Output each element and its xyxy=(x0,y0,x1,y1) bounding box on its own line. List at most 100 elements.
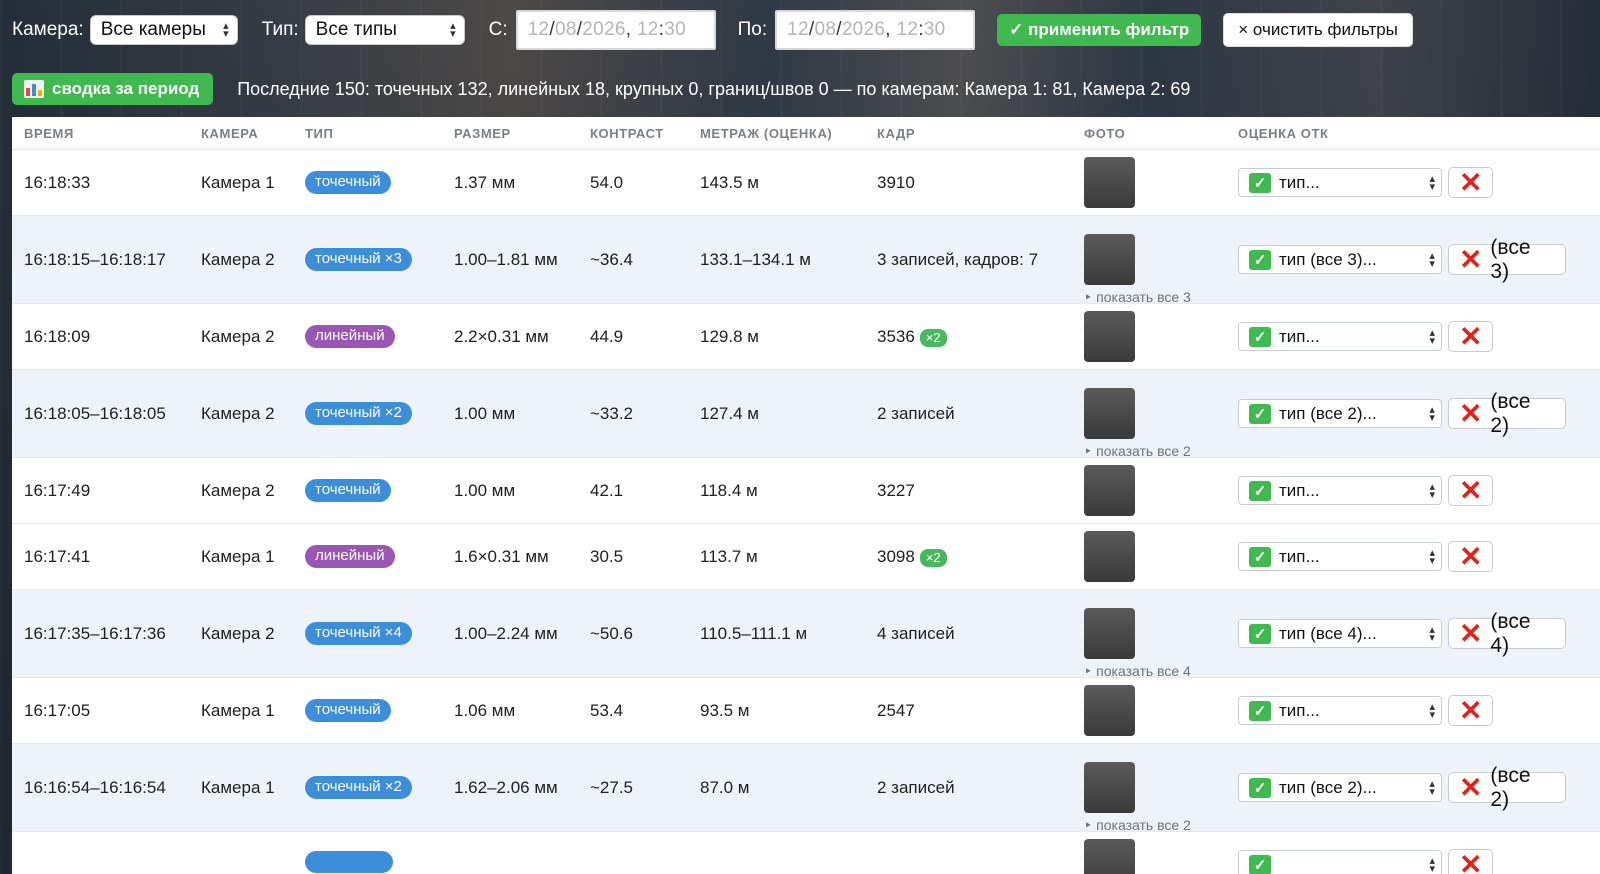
cell-contrast: 44.9 xyxy=(590,326,624,346)
reject-button[interactable]: ✕ xyxy=(1448,849,1494,874)
to-datetime-input[interactable]: 12/08/2026, 12:30 xyxy=(775,10,976,50)
from-year: 2026 xyxy=(582,19,626,40)
cross-icon: ✕ xyxy=(1458,243,1483,275)
show-all-link[interactable]: ‣ показать все 2 xyxy=(1084,817,1226,834)
camera-select[interactable]: Все камеры ▴ ▾ xyxy=(89,15,238,45)
cross-icon: ✕ xyxy=(1458,771,1483,803)
header-camera: КАМЕРА xyxy=(201,125,259,141)
select-chevron-icon: ▴ ▾ xyxy=(1429,326,1435,347)
cell-photo xyxy=(1072,839,1226,874)
defect-photo-thumbnail[interactable] xyxy=(1084,531,1135,582)
cell-photo xyxy=(1072,531,1226,582)
reject-button[interactable]: ✕ xyxy=(1448,694,1494,726)
cell-length: 118.4 м xyxy=(700,480,758,500)
type-badge: точечный ×2 xyxy=(305,776,412,799)
select-chevron-icon: ▴ ▾ xyxy=(1429,480,1435,501)
apply-filter-button[interactable]: ✓ применить фильтр xyxy=(997,14,1202,46)
check-icon: ✓ xyxy=(1249,700,1271,721)
cell-type: точечный ×4 xyxy=(293,622,442,645)
otk-type-select[interactable]: ✓ тип... ▴ ▾ xyxy=(1238,168,1442,197)
show-all-link[interactable]: ‣ показать все 2 xyxy=(1084,443,1226,460)
cell-camera: Камера 1 xyxy=(201,700,275,720)
cell-time: 16:18:15–16:18:17 xyxy=(24,249,166,269)
otk-select-value: тип (все 3)... xyxy=(1279,249,1377,269)
select-chevron-icon: ▴ ▾ xyxy=(1429,623,1435,644)
period-summary-button[interactable]: сводка за период xyxy=(12,73,214,105)
reject-button[interactable]: ✕ (все 4) xyxy=(1447,610,1566,657)
otk-type-select[interactable]: ✓ тип (все 2)... ▴ ▾ xyxy=(1238,773,1442,802)
defect-photo-thumbnail[interactable] xyxy=(1084,465,1135,516)
reject-all-label: (все 2) xyxy=(1490,763,1531,811)
show-all-link[interactable]: ‣ показать все 4 xyxy=(1084,663,1226,680)
otk-type-select[interactable]: ✓ тип (все 3)... ▴ ▾ xyxy=(1238,245,1442,274)
cell-type: точечный ×2 xyxy=(293,776,442,799)
frame-value: 4 записей xyxy=(877,623,955,643)
defect-photo-thumbnail[interactable] xyxy=(1084,233,1135,285)
from-datetime-input[interactable]: 12/08/2026, 12:30 xyxy=(515,10,716,50)
otk-type-select[interactable]: ✓ тип... ▴ ▾ xyxy=(1238,696,1442,725)
reject-button[interactable]: ✕ (все 2) xyxy=(1447,764,1566,811)
cell-otk: ✓ тип... ▴ ▾ ✕ xyxy=(1226,475,1566,506)
table-row: 16:16:54–16:16:54 Камера 1 точечный ×2 1.62… xyxy=(12,742,1600,834)
reject-button[interactable]: ✕ (все 2) xyxy=(1447,390,1566,437)
header-type: ТИП xyxy=(305,125,334,141)
header-length: МЕТРАЖ (ОЦЕНКА) xyxy=(700,125,833,141)
cell-photo: ‣ показать все 2 xyxy=(1072,368,1226,460)
cell-type: линейный xyxy=(293,545,442,568)
cell-otk: ✓ тип... ▴ ▾ ✕ xyxy=(1226,167,1566,198)
reject-button[interactable]: ✕ xyxy=(1448,474,1494,506)
cell-contrast: 30.5 xyxy=(590,546,624,566)
cell-photo xyxy=(1072,685,1226,736)
show-all-link[interactable]: ‣ показать все 3 xyxy=(1084,289,1226,306)
defect-photo-thumbnail[interactable] xyxy=(1084,839,1135,874)
type-badge: точечный ×3 xyxy=(305,248,412,271)
cross-icon: ✕ xyxy=(1459,694,1483,726)
defect-photo-thumbnail[interactable] xyxy=(1084,387,1135,439)
cell-time: 16:18:05–16:18:05 xyxy=(24,403,166,423)
cell-time: 16:17:35–16:17:36 xyxy=(24,623,166,643)
type-select[interactable]: Все типы ▴ ▾ xyxy=(304,15,465,45)
otk-type-select[interactable]: ✓ тип (все 4)... ▴ ▾ xyxy=(1238,619,1442,648)
cell-contrast: 53.4 xyxy=(590,700,624,720)
reject-button[interactable]: ✕ xyxy=(1448,321,1494,352)
cell-camera: Камера 2 xyxy=(201,480,275,500)
cell-otk: ✓ тип (все 4)... ▴ ▾ ✕ (все 4) xyxy=(1226,610,1566,657)
cell-frame: 3227 xyxy=(865,481,1072,501)
defect-photo-thumbnail[interactable] xyxy=(1084,685,1135,736)
reject-button[interactable]: ✕ (все 3) xyxy=(1447,236,1566,283)
defect-photo-thumbnail[interactable] xyxy=(1084,157,1135,208)
defect-photo-thumbnail[interactable] xyxy=(1084,761,1135,813)
defect-photo-thumbnail[interactable] xyxy=(1084,311,1135,362)
reject-all-label: (все 3) xyxy=(1490,235,1531,283)
cross-icon: ✕ xyxy=(1459,540,1483,572)
otk-type-select[interactable]: ✓ тип (все 2)... ▴ ▾ xyxy=(1238,399,1442,428)
cell-camera: Камера 2 xyxy=(201,249,275,269)
reject-button[interactable]: ✕ xyxy=(1448,540,1494,572)
otk-type-select[interactable]: ✓ ▴ ▾ xyxy=(1238,850,1442,874)
cell-length: 113.7 м xyxy=(700,546,758,566)
cell-photo: ‣ показать все 2 xyxy=(1072,742,1226,834)
reject-button[interactable]: ✕ xyxy=(1448,166,1494,198)
filter-bar: Камера: Все камеры ▴ ▾ Тип: Все типы ▴ ▾ С… xyxy=(0,0,1600,60)
cell-frame: 3536 ×2 xyxy=(865,327,1072,347)
from-day: 12 xyxy=(527,19,550,40)
cell-photo: ‣ показать все 4 xyxy=(1072,588,1226,680)
otk-type-select[interactable]: ✓ тип... ▴ ▾ xyxy=(1238,542,1442,571)
header-contrast: КОНТРАСТ xyxy=(590,125,664,141)
cross-icon: ✕ xyxy=(1459,166,1483,198)
cell-time: 16:16:54–16:16:54 xyxy=(24,777,166,797)
cell-length: 93.5 м xyxy=(700,700,750,720)
from-label: С: xyxy=(488,19,508,40)
otk-type-select[interactable]: ✓ тип... ▴ ▾ xyxy=(1238,476,1442,505)
camera-select-value: Все камеры xyxy=(100,19,206,40)
select-chevron-icon: ▴ ▾ xyxy=(1429,172,1435,193)
cell-type xyxy=(293,851,442,874)
clear-filters-button[interactable]: × очистить фильтры xyxy=(1223,13,1413,47)
otk-type-select[interactable]: ✓ тип... ▴ ▾ xyxy=(1238,322,1442,351)
cell-size: 1.06 мм xyxy=(454,700,516,720)
cell-size: 1.00 мм xyxy=(454,403,516,423)
cell-camera: Камера 2 xyxy=(201,403,275,423)
header-time: ВРЕМЯ xyxy=(24,125,74,141)
cross-icon: ✕ xyxy=(1459,474,1483,506)
defect-photo-thumbnail[interactable] xyxy=(1084,607,1135,659)
